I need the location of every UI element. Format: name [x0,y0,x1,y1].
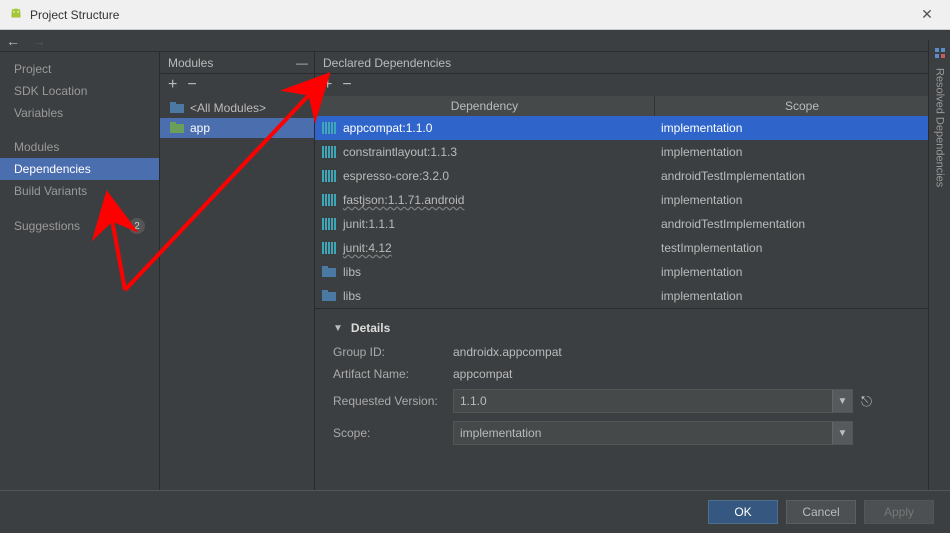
library-icon [321,121,337,135]
back-arrow-icon[interactable]: ← [6,33,20,49]
scope-dropdown[interactable]: implementation ▼ [453,421,853,445]
library-icon [321,169,337,183]
modules-panel: Modules — + − <All Modules> app [160,52,315,490]
nav-sdk-location[interactable]: SDK Location [0,80,159,102]
dependency-scope: implementation [655,121,950,135]
collapse-icon[interactable]: ▼ [333,323,343,334]
remove-module-button[interactable]: − [187,76,196,94]
dependencies-panel: Declared Dependencies + − Dependency Sco… [315,52,950,490]
add-dependency-button[interactable]: + [323,76,332,94]
window-title: Project Structure [30,8,912,22]
dependency-scope: androidTestImplementation [655,217,950,231]
dependency-scope: androidTestImplementation [655,169,950,183]
deps-header: Declared Dependencies [315,52,950,74]
group-id-value: androidx.appcompat [453,345,562,359]
dependency-name: appcompat:1.1.0 [343,121,432,135]
dependency-row[interactable]: junit:4.12 testImplementation [315,236,950,260]
dependency-row[interactable]: libs implementation [315,260,950,284]
apply-button[interactable]: Apply [864,500,934,524]
dependency-name: fastjson:1.1.71.android [343,193,464,207]
nav-project[interactable]: Project [0,58,159,80]
nav-modules[interactable]: Modules [0,136,159,158]
dependency-scope: implementation [655,289,950,303]
folder-icon [321,289,337,303]
remove-dependency-button[interactable]: − [342,76,351,94]
cancel-button[interactable]: Cancel [786,500,856,524]
dependency-row[interactable]: appcompat:1.1.0 implementation [315,116,950,140]
nav-build-variants[interactable]: Build Variants [0,180,159,202]
dependency-scope: implementation [655,265,950,279]
col-scope[interactable]: Scope [655,96,950,116]
module-app[interactable]: app [160,118,314,138]
group-id-label: Group ID: [333,345,453,359]
dependency-name: espresso-core:3.2.0 [343,169,449,183]
dependency-name: junit:4.12 [343,241,392,255]
connect-icon[interactable]: ⎋ [861,393,872,410]
nav-toolbar: ← → [0,30,950,52]
nav-variables[interactable]: Variables [0,102,159,124]
add-module-button[interactable]: + [168,76,177,94]
artifact-value: appcompat [453,367,512,381]
modules-header: Modules — [160,52,314,74]
dependency-row[interactable]: junit:1.1.1 androidTestImplementation [315,212,950,236]
dependency-name: libs [343,265,361,279]
chevron-down-icon[interactable]: ▼ [832,390,852,412]
details-section: ▼ Details Group ID: androidx.appcompat A… [315,308,950,461]
dependency-name: constraintlayout:1.1.3 [343,145,457,159]
minimize-icon[interactable]: — [296,56,308,70]
details-title: Details [351,321,390,335]
dependency-name: libs [343,289,361,303]
resolved-dependencies-tab[interactable]: Resolved Dependencies [928,40,950,490]
suggestions-badge: 2 [129,218,145,234]
folder-icon [321,265,337,279]
dependency-name: junit:1.1.1 [343,217,395,231]
resolved-deps-icon [933,46,947,60]
library-icon [321,145,337,159]
left-navigation: Project SDK Location Variables Modules D… [0,52,160,490]
ok-button[interactable]: OK [708,500,778,524]
close-icon[interactable]: ✕ [912,6,942,23]
library-icon [321,217,337,231]
nav-dependencies[interactable]: Dependencies [0,158,159,180]
dependency-row[interactable]: libs implementation [315,284,950,308]
folder-icon [170,102,184,114]
forward-arrow-icon[interactable]: → [32,33,46,49]
artifact-label: Artifact Name: [333,367,453,381]
version-dropdown[interactable]: 1.1.0 ▼ [453,389,853,413]
scope-label: Scope: [333,426,453,440]
folder-icon [170,122,184,134]
nav-suggestions[interactable]: Suggestions 2 [0,214,159,238]
dependency-row[interactable]: espresso-core:3.2.0 androidTestImplementa… [315,164,950,188]
dependency-scope: implementation [655,193,950,207]
dialog-footer: OK Cancel Apply [0,490,950,533]
library-icon [321,193,337,207]
module-all[interactable]: <All Modules> [160,98,314,118]
chevron-down-icon[interactable]: ▼ [832,422,852,444]
dependency-scope: testImplementation [655,241,950,255]
title-bar: Project Structure ✕ [0,0,950,30]
library-icon [321,241,337,255]
android-logo-icon [8,7,24,23]
dependency-scope: implementation [655,145,950,159]
dependency-row[interactable]: fastjson:1.1.71.android implementation [315,188,950,212]
col-dependency[interactable]: Dependency [315,96,655,116]
version-label: Requested Version: [333,394,453,408]
dependency-row[interactable]: constraintlayout:1.1.3 implementation [315,140,950,164]
